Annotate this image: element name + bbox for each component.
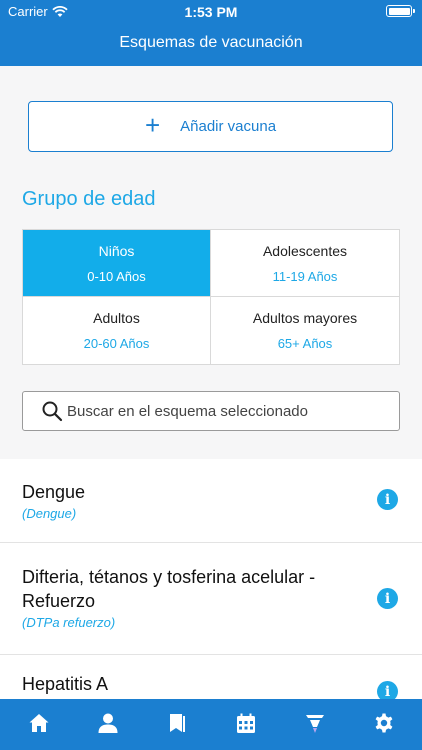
age-option-adolescentes[interactable]: Adolescentes 11-19 Años [211, 230, 399, 297]
tab-settings[interactable] [364, 703, 404, 743]
vaccine-list: Dengue (Dengue) i Difteria, tétanos y to… [0, 459, 422, 699]
page-title: Esquemas de vacunación [119, 34, 303, 51]
age-option-adultos-mayores[interactable]: Adultos mayores 65+ Años [211, 297, 399, 364]
person-icon [98, 713, 117, 733]
age-option-range: 0-10 Años [87, 268, 146, 284]
tab-bookmarks[interactable] [157, 703, 197, 743]
vaccine-item-hepatitis-a[interactable]: Hepatitis A i [0, 655, 422, 699]
app-header: Carrier 1:53 PM Esquemas de vacunación [0, 0, 422, 66]
vaccine-name: Difteria, tétanos y tosferina acelular -… [22, 567, 316, 611]
age-group-title: Grupo de edad [22, 188, 156, 210]
tab-profile[interactable] [88, 703, 128, 743]
plus-icon: + [144, 110, 161, 140]
calendar-icon [236, 713, 255, 733]
vaccine-item-dtpa[interactable]: Difteria, tétanos y tosferina acelular -… [0, 543, 422, 655]
age-option-name: Adultos mayores [252, 310, 358, 326]
info-icon[interactable]: i [377, 588, 398, 609]
vaccine-name: Hepatitis A [22, 674, 109, 694]
status-bar: Carrier 1:53 PM [0, 0, 422, 22]
vaccine-item-dengue[interactable]: Dengue (Dengue) i [0, 459, 422, 543]
age-option-range: 65+ Años [277, 336, 333, 351]
search-input[interactable] [67, 402, 387, 420]
add-vaccine-button[interactable]: + Añadir vacuna [28, 101, 393, 152]
age-option-range: 20-60 Años [83, 336, 150, 351]
home-icon [29, 713, 48, 732]
age-option-name: Niños [98, 242, 135, 259]
tab-vaccines[interactable] [295, 703, 335, 743]
age-option-name: Adultos [93, 310, 140, 326]
syringe-icon [305, 714, 324, 733]
gear-icon [375, 713, 392, 732]
age-option-name: Adolescentes [262, 242, 348, 259]
vaccine-name: Dengue [22, 482, 86, 502]
age-group-selector: Niños 0-10 Años Adolescentes 11-19 Años … [22, 229, 400, 365]
clock: 1:53 PM [184, 4, 238, 20]
tab-home[interactable] [19, 703, 59, 743]
tab-bar [0, 699, 422, 750]
age-option-adultos[interactable]: Adultos 20-60 Años [23, 297, 211, 364]
battery-icon [386, 5, 415, 17]
bookmark-icon [169, 713, 185, 732]
vaccine-abbreviation: (DTPa refuerzo) [22, 615, 116, 630]
age-option-range: 11-19 Años [272, 268, 338, 284]
info-icon[interactable]: i [377, 489, 398, 510]
search-icon [42, 401, 63, 422]
add-vaccine-label: Añadir vacuna [180, 118, 277, 135]
search-box [22, 391, 400, 431]
age-option-ninos[interactable]: Niños 0-10 Años [23, 230, 211, 297]
info-icon[interactable]: i [377, 681, 398, 699]
vaccine-abbreviation: (Dengue) [22, 506, 77, 521]
tab-calendar[interactable] [226, 703, 266, 743]
